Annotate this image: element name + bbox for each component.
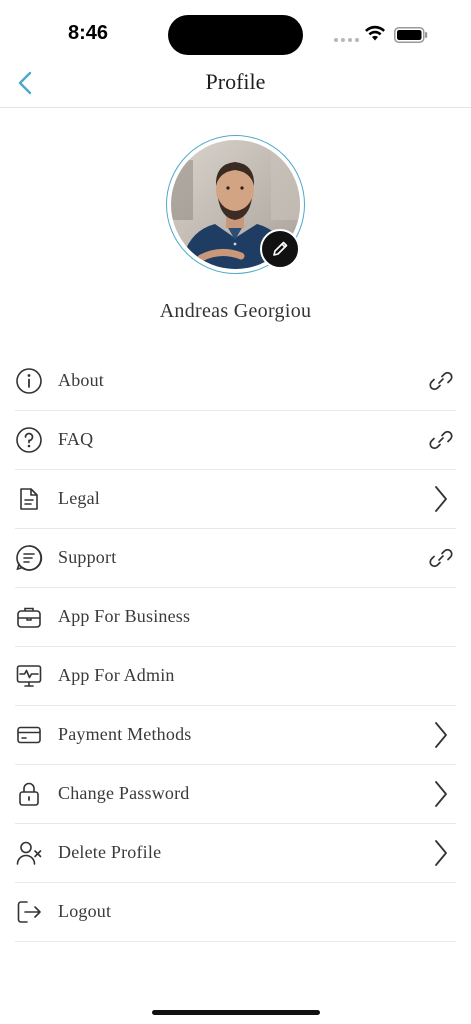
menu-item-label: App For Business <box>58 606 191 626</box>
menu-item-label: FAQ <box>58 429 94 449</box>
question-icon <box>15 426 43 454</box>
menu-item-app-for-business[interactable]: App For Business <box>15 588 456 647</box>
chevron-right-icon <box>426 720 456 750</box>
info-icon <box>15 367 43 395</box>
profile-menu: About FAQ Legal Support App For Business… <box>15 352 456 942</box>
menu-item-label: App For Admin <box>58 665 175 685</box>
menu-item-support[interactable]: Support <box>15 529 456 588</box>
chevron-right-icon <box>426 484 456 514</box>
menu-item-delete-profile[interactable]: Delete Profile <box>15 824 456 883</box>
briefcase-icon <box>15 603 43 631</box>
pencil-icon <box>273 241 288 256</box>
menu-item-label: Delete Profile <box>58 842 162 862</box>
menu-item-legal[interactable]: Legal <box>15 470 456 529</box>
menu-item-faq[interactable]: FAQ <box>15 411 456 470</box>
support-icon <box>15 544 43 572</box>
menu-item-label: Change Password <box>58 783 190 803</box>
cellular-signal-icon <box>334 38 359 42</box>
menu-item-app-for-admin[interactable]: App For Admin <box>15 647 456 706</box>
logout-icon <box>15 898 43 926</box>
credit-card-icon <box>15 721 43 749</box>
link-icon <box>426 425 456 455</box>
menu-item-label: Support <box>58 547 117 567</box>
menu-item-payment-methods[interactable]: Payment Methods <box>15 706 456 765</box>
dynamic-island <box>168 15 303 55</box>
page-title: Profile <box>205 69 266 94</box>
status-time: 8:46 <box>68 22 109 44</box>
link-icon <box>426 543 456 573</box>
menu-item-change-password[interactable]: Change Password <box>15 765 456 824</box>
menu-item-label: About <box>58 370 104 390</box>
menu-item-about[interactable]: About <box>15 352 456 411</box>
menu-item-label: Logout <box>58 901 112 921</box>
lock-icon <box>15 780 43 808</box>
menu-item-label: Payment Methods <box>58 724 192 744</box>
chevron-right-icon <box>426 779 456 809</box>
home-indicator[interactable] <box>152 1010 320 1015</box>
nav-bar: Profile <box>0 60 471 108</box>
user-name: Andreas Georgiou <box>159 300 312 322</box>
link-icon <box>426 366 456 396</box>
edit-avatar-button[interactable] <box>260 229 300 269</box>
document-icon <box>15 485 43 513</box>
wifi-icon <box>365 25 385 41</box>
battery-icon <box>394 27 428 43</box>
menu-item-label: Legal <box>58 488 100 508</box>
user-remove-icon <box>15 839 43 867</box>
monitor-pulse-icon <box>15 662 43 690</box>
menu-item-logout[interactable]: Logout <box>15 883 456 942</box>
chevron-right-icon <box>426 838 456 868</box>
